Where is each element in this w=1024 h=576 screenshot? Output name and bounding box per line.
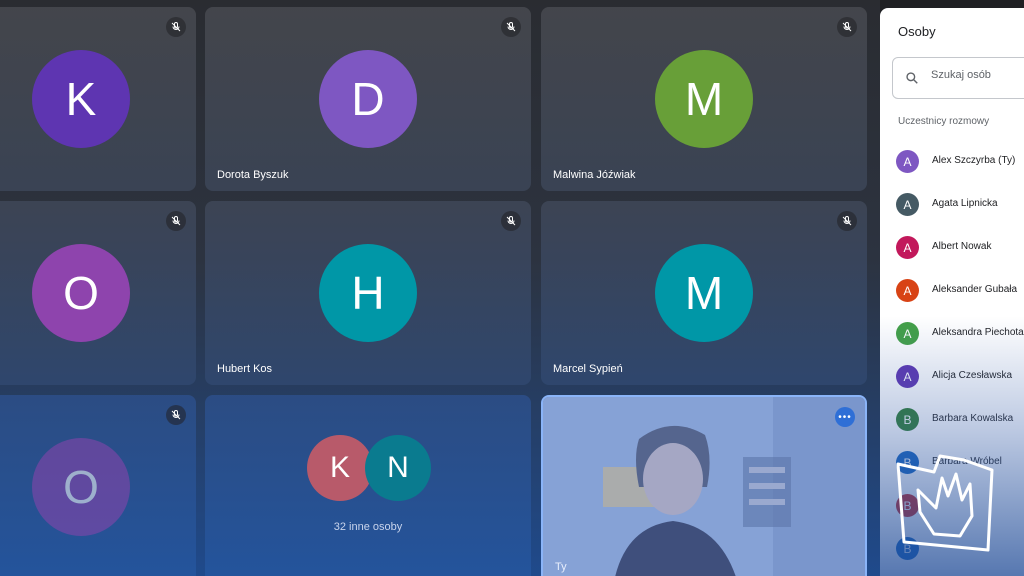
avatar: A (896, 236, 919, 259)
search-icon (906, 72, 918, 84)
list-item[interactable]: A Alicja Czesławska (880, 355, 1024, 398)
list-item[interactable]: A Agata Lipnicka (880, 183, 1024, 226)
avatar: M (655, 244, 753, 342)
mic-off-icon (501, 211, 521, 231)
search-box[interactable] (892, 57, 1024, 99)
participant-name: Aleksandra Piechota (932, 327, 1024, 338)
mic-off-icon (501, 17, 521, 37)
mic-off-icon (166, 405, 186, 425)
mic-off-icon (166, 17, 186, 37)
mic-off-icon (166, 211, 186, 231)
participant-tile[interactable]: O (0, 395, 196, 576)
avatar: D (319, 50, 417, 148)
participant-tile[interactable]: H Hubert Kos (205, 201, 531, 385)
participant-tile[interactable]: M Marcel Sypień (541, 201, 867, 385)
avatar: A (896, 193, 919, 216)
avatar: M (655, 50, 753, 148)
self-video-tile[interactable]: Ty ••• (541, 395, 867, 576)
avatar: O (32, 244, 130, 342)
section-label: Uczestnicy rozmowy (898, 116, 990, 127)
participant-name: Barbara Kowalska (932, 413, 1014, 424)
avatar: K (32, 50, 130, 148)
self-name: Ty (555, 561, 567, 573)
participant-tile[interactable]: M Malwina Jóźwiak (541, 7, 867, 191)
list-item[interactable]: A Aleksandra Piechota (880, 312, 1024, 355)
more-horiz-icon[interactable]: ••• (835, 407, 855, 427)
participant-name: Albert Nowak (932, 241, 992, 252)
avatar: N (365, 435, 431, 501)
avatar: A (896, 365, 919, 388)
avatar: H (319, 244, 417, 342)
participant-name: Dorota Byszuk (217, 169, 289, 181)
search-input[interactable] (929, 68, 1024, 82)
participant-tile[interactable]: O (0, 201, 196, 385)
avatar: A (896, 322, 919, 345)
hand-logo-icon (896, 454, 994, 552)
participant-name: Marcel Sypień (553, 363, 623, 375)
panel-title: Osoby (898, 24, 936, 39)
participant-tile[interactable]: K (0, 7, 196, 191)
camera-image (543, 397, 865, 576)
participant-name: Hubert Kos (217, 363, 273, 375)
list-item[interactable]: A Albert Nowak (880, 226, 1024, 269)
list-item[interactable]: A Alex Szczyrba (Ty) (880, 140, 1024, 183)
avatar: A (896, 150, 919, 173)
camera-feed (543, 397, 865, 576)
participant-name: Agata Lipnicka (932, 198, 998, 209)
list-item[interactable]: B Barbara Kowalska (880, 398, 1024, 441)
list-item[interactable]: A Aleksander Gubała (880, 269, 1024, 312)
participant-name: Aleksander Gubała (932, 284, 1018, 295)
avatar: O (32, 438, 130, 536)
participant-name: Malwina Jóźwiak (553, 169, 636, 181)
others-tile[interactable]: K N 32 inne osoby (205, 395, 531, 576)
video-grid: K D Dorota Byszuk M Malwina Jóźwiak O H … (0, 0, 880, 576)
participant-name: Alex Szczyrba (Ty) (932, 155, 1016, 166)
participant-name: Alicja Czesławska (932, 370, 1013, 381)
mic-off-icon (837, 211, 857, 231)
avatar: K (307, 435, 373, 501)
participant-tile[interactable]: D Dorota Byszuk (205, 7, 531, 191)
others-count-label: 32 inne osoby (333, 521, 403, 533)
mic-off-icon (837, 17, 857, 37)
avatar: A (896, 279, 919, 302)
avatar: B (896, 408, 919, 431)
